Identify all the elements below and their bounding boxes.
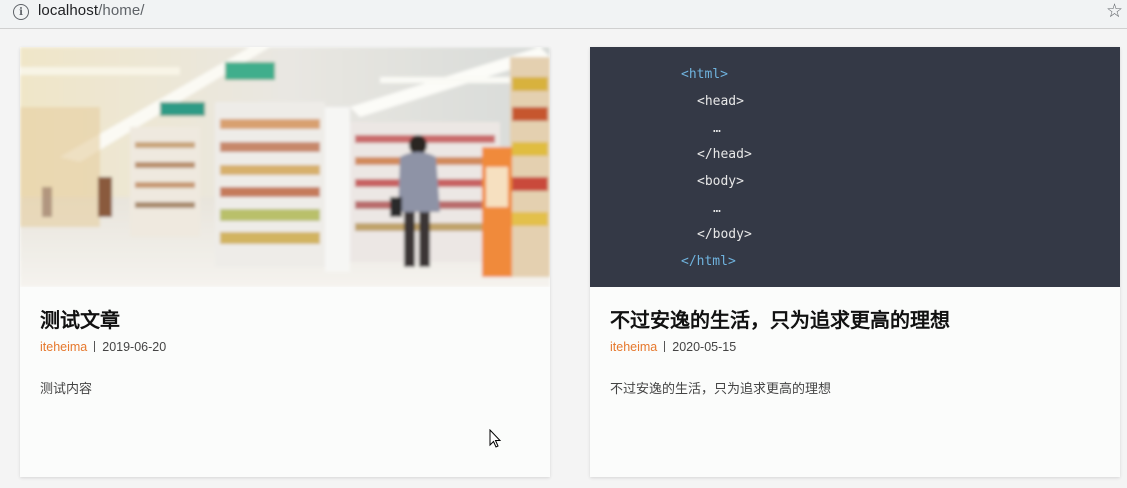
meta-divider (94, 341, 96, 352)
browser-address-bar[interactable]: i localhost/home/ ☆ (0, 0, 1127, 29)
article-thumbnail[interactable]: <html> <head> … </head> <body> … </body>… (590, 47, 1120, 287)
article-title[interactable]: 不过安逸的生活，只为追求更高的理想 (610, 304, 950, 333)
article-excerpt: 测试内容 (40, 382, 93, 397)
article-date: 2019-06-20 (102, 340, 167, 354)
url-path: /home/ (98, 2, 145, 19)
article-excerpt: 不过安逸的生活，只为追求更高的理想 (610, 382, 832, 397)
article-author[interactable]: iteheima (40, 340, 87, 354)
article-date: 2020-05-15 (672, 340, 737, 354)
url-text[interactable]: localhost/home/ (38, 2, 145, 19)
code-line: <head> (697, 94, 744, 109)
url-host: localhost (38, 2, 99, 19)
code-line: <html> (681, 67, 728, 82)
article-meta: iteheima 2019-06-20 (40, 340, 166, 354)
article-card[interactable]: 测试文章 iteheima 2019-06-20 测试内容 (20, 47, 550, 477)
article-card[interactable]: <html> <head> … </head> <body> … </body>… (590, 47, 1120, 477)
info-icon[interactable]: i (13, 4, 29, 20)
code-line: … (713, 121, 721, 136)
code-line: … (713, 201, 721, 216)
code-line: <body> (697, 174, 744, 189)
supermarket-photo (20, 47, 550, 287)
article-author[interactable]: iteheima (610, 340, 657, 354)
code-snippet-image: <html> <head> … </head> <body> … </body>… (590, 47, 1120, 287)
article-meta: iteheima 2020-05-15 (610, 340, 736, 354)
code-line: </html> (681, 254, 736, 269)
bookmark-star-icon[interactable]: ☆ (1106, 0, 1123, 22)
article-thumbnail[interactable] (20, 47, 550, 287)
code-line: </body> (697, 227, 752, 242)
mouse-cursor-icon (489, 429, 502, 448)
code-line: </head> (697, 147, 752, 162)
article-title[interactable]: 测试文章 (40, 304, 120, 333)
meta-divider (664, 341, 666, 352)
